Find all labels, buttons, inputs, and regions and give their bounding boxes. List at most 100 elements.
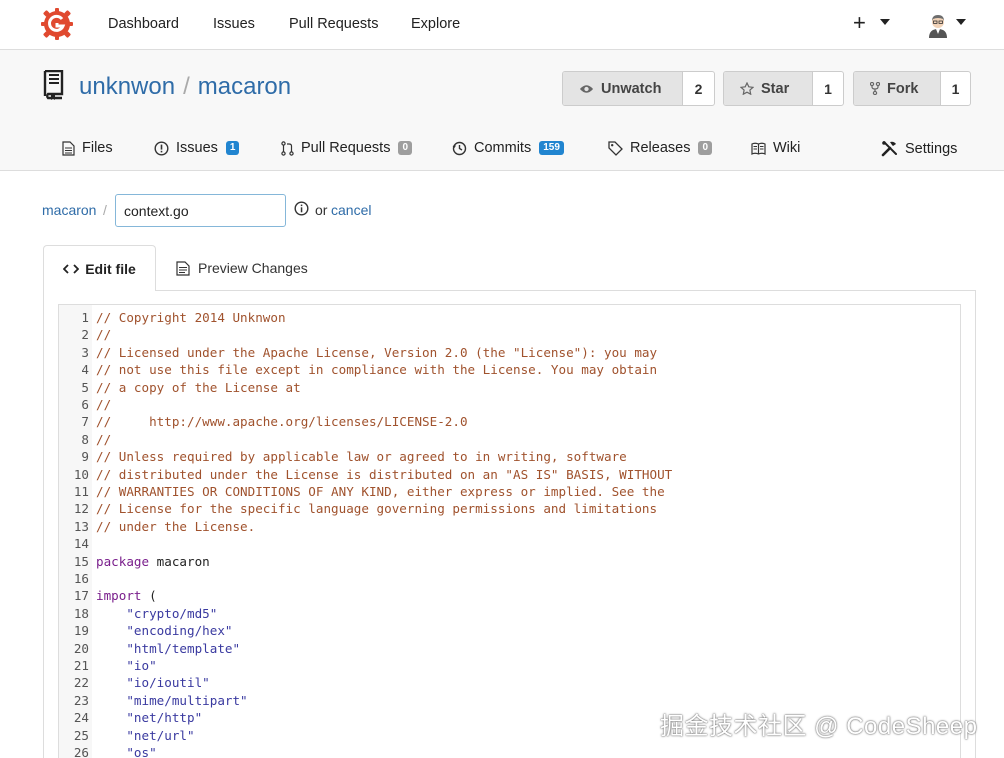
plain-token: macaron [149, 553, 210, 569]
line-content: import ( [96, 587, 157, 604]
repo-owner-link[interactable]: unknwon [79, 73, 175, 100]
line-content: // Unless required by applicable law or … [96, 449, 627, 465]
fork-label: Fork [887, 80, 919, 97]
line-content: // Copyright 2014 Unknwon [96, 310, 286, 325]
nav-explore[interactable]: Explore [411, 16, 460, 32]
fork-button[interactable]: Fork [854, 72, 941, 105]
releases-count-badge: 0 [698, 141, 713, 155]
line-number: 13 [73, 518, 89, 534]
line-content: // [96, 327, 112, 343]
repo-name-link[interactable]: macaron [198, 73, 291, 100]
nav-issues[interactable]: Issues [213, 16, 255, 32]
book-icon [751, 142, 766, 155]
line-number: 15 [73, 553, 89, 569]
commits-count-badge: 159 [539, 141, 564, 155]
line-number: 24 [73, 710, 89, 726]
create-new-button[interactable]: + [853, 11, 866, 35]
star-button[interactable]: Star [724, 72, 813, 105]
chevron-down-icon[interactable] [880, 19, 890, 25]
code-icon [63, 263, 80, 274]
tab-wiki[interactable]: Wiki [751, 140, 800, 156]
tab-commits[interactable]: Commits 159 [452, 140, 564, 156]
line-number: 2 [81, 327, 89, 343]
line-content: "io" [96, 658, 157, 673]
line-content: package macaron [96, 553, 210, 570]
line-number: 20 [73, 640, 89, 656]
tab-pull-requests[interactable]: Pull Requests 0 [281, 140, 413, 156]
breadcrumb-root-link[interactable]: macaron [42, 202, 96, 218]
fork-count[interactable]: 1 [941, 72, 970, 105]
line-content: // not use this file except in complianc… [96, 362, 658, 378]
history-icon [452, 141, 467, 155]
line-number: 12 [73, 501, 89, 517]
line-content: // WARRANTIES OR CONDITIONS OF ANY KIND,… [96, 484, 665, 499]
keyword-token: import [96, 588, 142, 604]
line-number: 3 [81, 344, 89, 360]
issue-opened-icon [154, 140, 169, 156]
line-content: "net/url" [96, 727, 195, 743]
info-icon[interactable] [294, 201, 309, 216]
watermark: 掘金技术社区 @ CodeSheep [660, 713, 978, 740]
line-content: // under the License. [96, 518, 256, 534]
line-number: 19 [73, 623, 89, 639]
tab-edit-file-label: Edit file [85, 260, 136, 277]
nav-dashboard[interactable]: Dashboard [108, 16, 179, 32]
line-number: 1 [81, 310, 89, 325]
tab-files-label: Files [82, 140, 113, 156]
user-avatar-icon[interactable] [926, 12, 950, 38]
line-content: // a copy of the License at [96, 379, 301, 395]
line-content: "io/ioutil" [96, 675, 210, 691]
plain-token: ( [141, 588, 157, 604]
repo-title: unknwon / macaron [79, 73, 291, 101]
or-text: or [315, 202, 328, 218]
tab-releases[interactable]: Releases 0 [608, 140, 713, 156]
line-content: "mime/multipart" [96, 692, 248, 708]
watch-count[interactable]: 2 [683, 72, 714, 105]
line-content: // Licensed under the Apache License, Ve… [96, 344, 658, 360]
tab-settings[interactable]: Settings [881, 140, 957, 157]
pulls-count-badge: 0 [398, 141, 413, 155]
unwatch-button[interactable]: Unwatch [563, 72, 683, 105]
watch-button-group: Unwatch 2 [562, 71, 715, 106]
line-number: 4 [81, 362, 89, 378]
breadcrumb-separator: / [103, 202, 107, 218]
top-navbar: Dashboard Issues Pull Requests Explore + [0, 0, 1004, 50]
fork-button-group: Fork 1 [853, 71, 971, 106]
line-content: "html/template" [96, 640, 241, 656]
line-number: 11 [73, 484, 89, 499]
gogs-logo-icon[interactable] [40, 7, 74, 41]
tab-wiki-label: Wiki [773, 140, 801, 156]
tab-files[interactable]: Files [62, 140, 113, 156]
tab-edit-file[interactable]: Edit file [43, 245, 156, 291]
repo-title-separator: / [183, 73, 190, 100]
tab-preview-changes[interactable]: Preview Changes [176, 260, 308, 276]
star-count[interactable]: 1 [813, 72, 843, 105]
tools-icon [881, 141, 897, 157]
code-editor[interactable]: 1 // Copyright 2014 Unknwon 2 // 3 // License… [58, 304, 961, 758]
line-number: 9 [81, 449, 89, 465]
file-text-icon [176, 260, 190, 276]
line-number: 16 [73, 571, 89, 586]
chevron-down-icon[interactable] [956, 19, 966, 25]
tab-preview-changes-label: Preview Changes [198, 260, 308, 276]
line-number: 14 [73, 536, 89, 552]
line-content: // License for the specific language gov… [96, 501, 658, 517]
line-content: "net/http" [96, 710, 203, 726]
line-number: 17 [73, 588, 89, 604]
repo-book-icon [43, 70, 64, 100]
line-number: 25 [73, 727, 89, 743]
tab-issues[interactable]: Issues 1 [154, 140, 240, 156]
fork-icon [870, 82, 880, 95]
unwatch-label: Unwatch [601, 80, 662, 97]
line-number: 10 [73, 466, 89, 482]
line-number: 6 [81, 397, 89, 412]
cancel-link[interactable]: cancel [331, 202, 371, 218]
nav-pull-requests[interactable]: Pull Requests [289, 16, 378, 32]
eye-icon [579, 84, 594, 93]
filename-input[interactable] [115, 194, 286, 227]
line-number: 5 [81, 379, 89, 395]
star-icon [740, 82, 754, 95]
line-content: "os" [96, 745, 157, 758]
issues-count-badge: 1 [225, 141, 240, 155]
line-content: // [96, 431, 112, 447]
